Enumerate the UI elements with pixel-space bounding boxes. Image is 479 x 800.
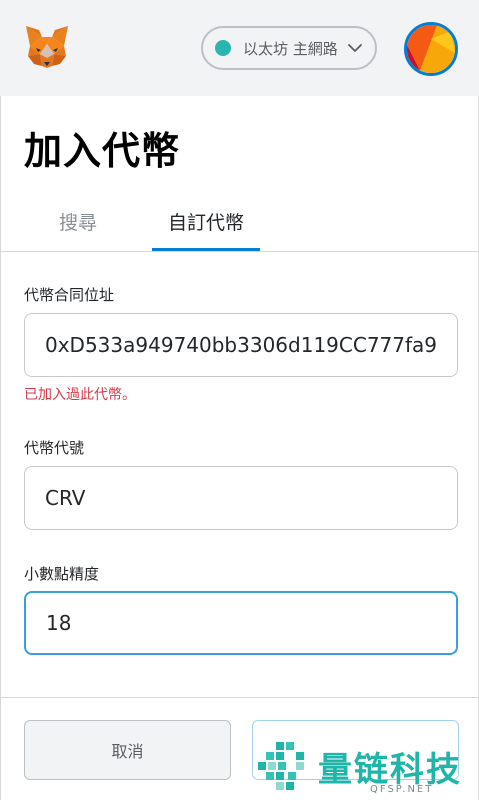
watermark: 量链科技 QFSP.NET <box>256 740 479 800</box>
account-identicon <box>407 25 455 73</box>
decimals-input[interactable] <box>24 591 458 655</box>
watermark-subtext: QFSP.NET <box>370 784 434 795</box>
page-title: 加入代幣 <box>24 129 181 173</box>
watermark-logo-icon <box>258 742 304 790</box>
token-symbol-input[interactable] <box>24 466 458 530</box>
network-selector[interactable]: 以太坊 主網路 <box>201 26 377 70</box>
metamask-fox-icon[interactable] <box>22 22 72 72</box>
contract-address-input[interactable] <box>24 313 458 377</box>
tab-search[interactable]: 搜尋 <box>46 208 110 252</box>
network-status-dot <box>215 40 231 56</box>
network-label: 以太坊 主網路 <box>243 39 338 58</box>
chevron-down-icon <box>348 44 362 52</box>
token-symbol-label: 代幣代號 <box>24 439 85 457</box>
tabs-divider <box>0 251 479 252</box>
account-avatar[interactable] <box>404 22 458 76</box>
contract-address-label: 代幣合同位址 <box>24 286 115 304</box>
panel-left-border <box>0 96 1 800</box>
tab-custom-token[interactable]: 自訂代幣 <box>152 208 260 252</box>
app-header: 以太坊 主網路 <box>0 0 479 96</box>
footer-divider <box>0 697 479 698</box>
cancel-button[interactable]: 取消 <box>24 720 231 780</box>
contract-address-error: 已加入過此代幣。 <box>24 387 136 403</box>
decimals-label: 小數點精度 <box>24 565 100 583</box>
